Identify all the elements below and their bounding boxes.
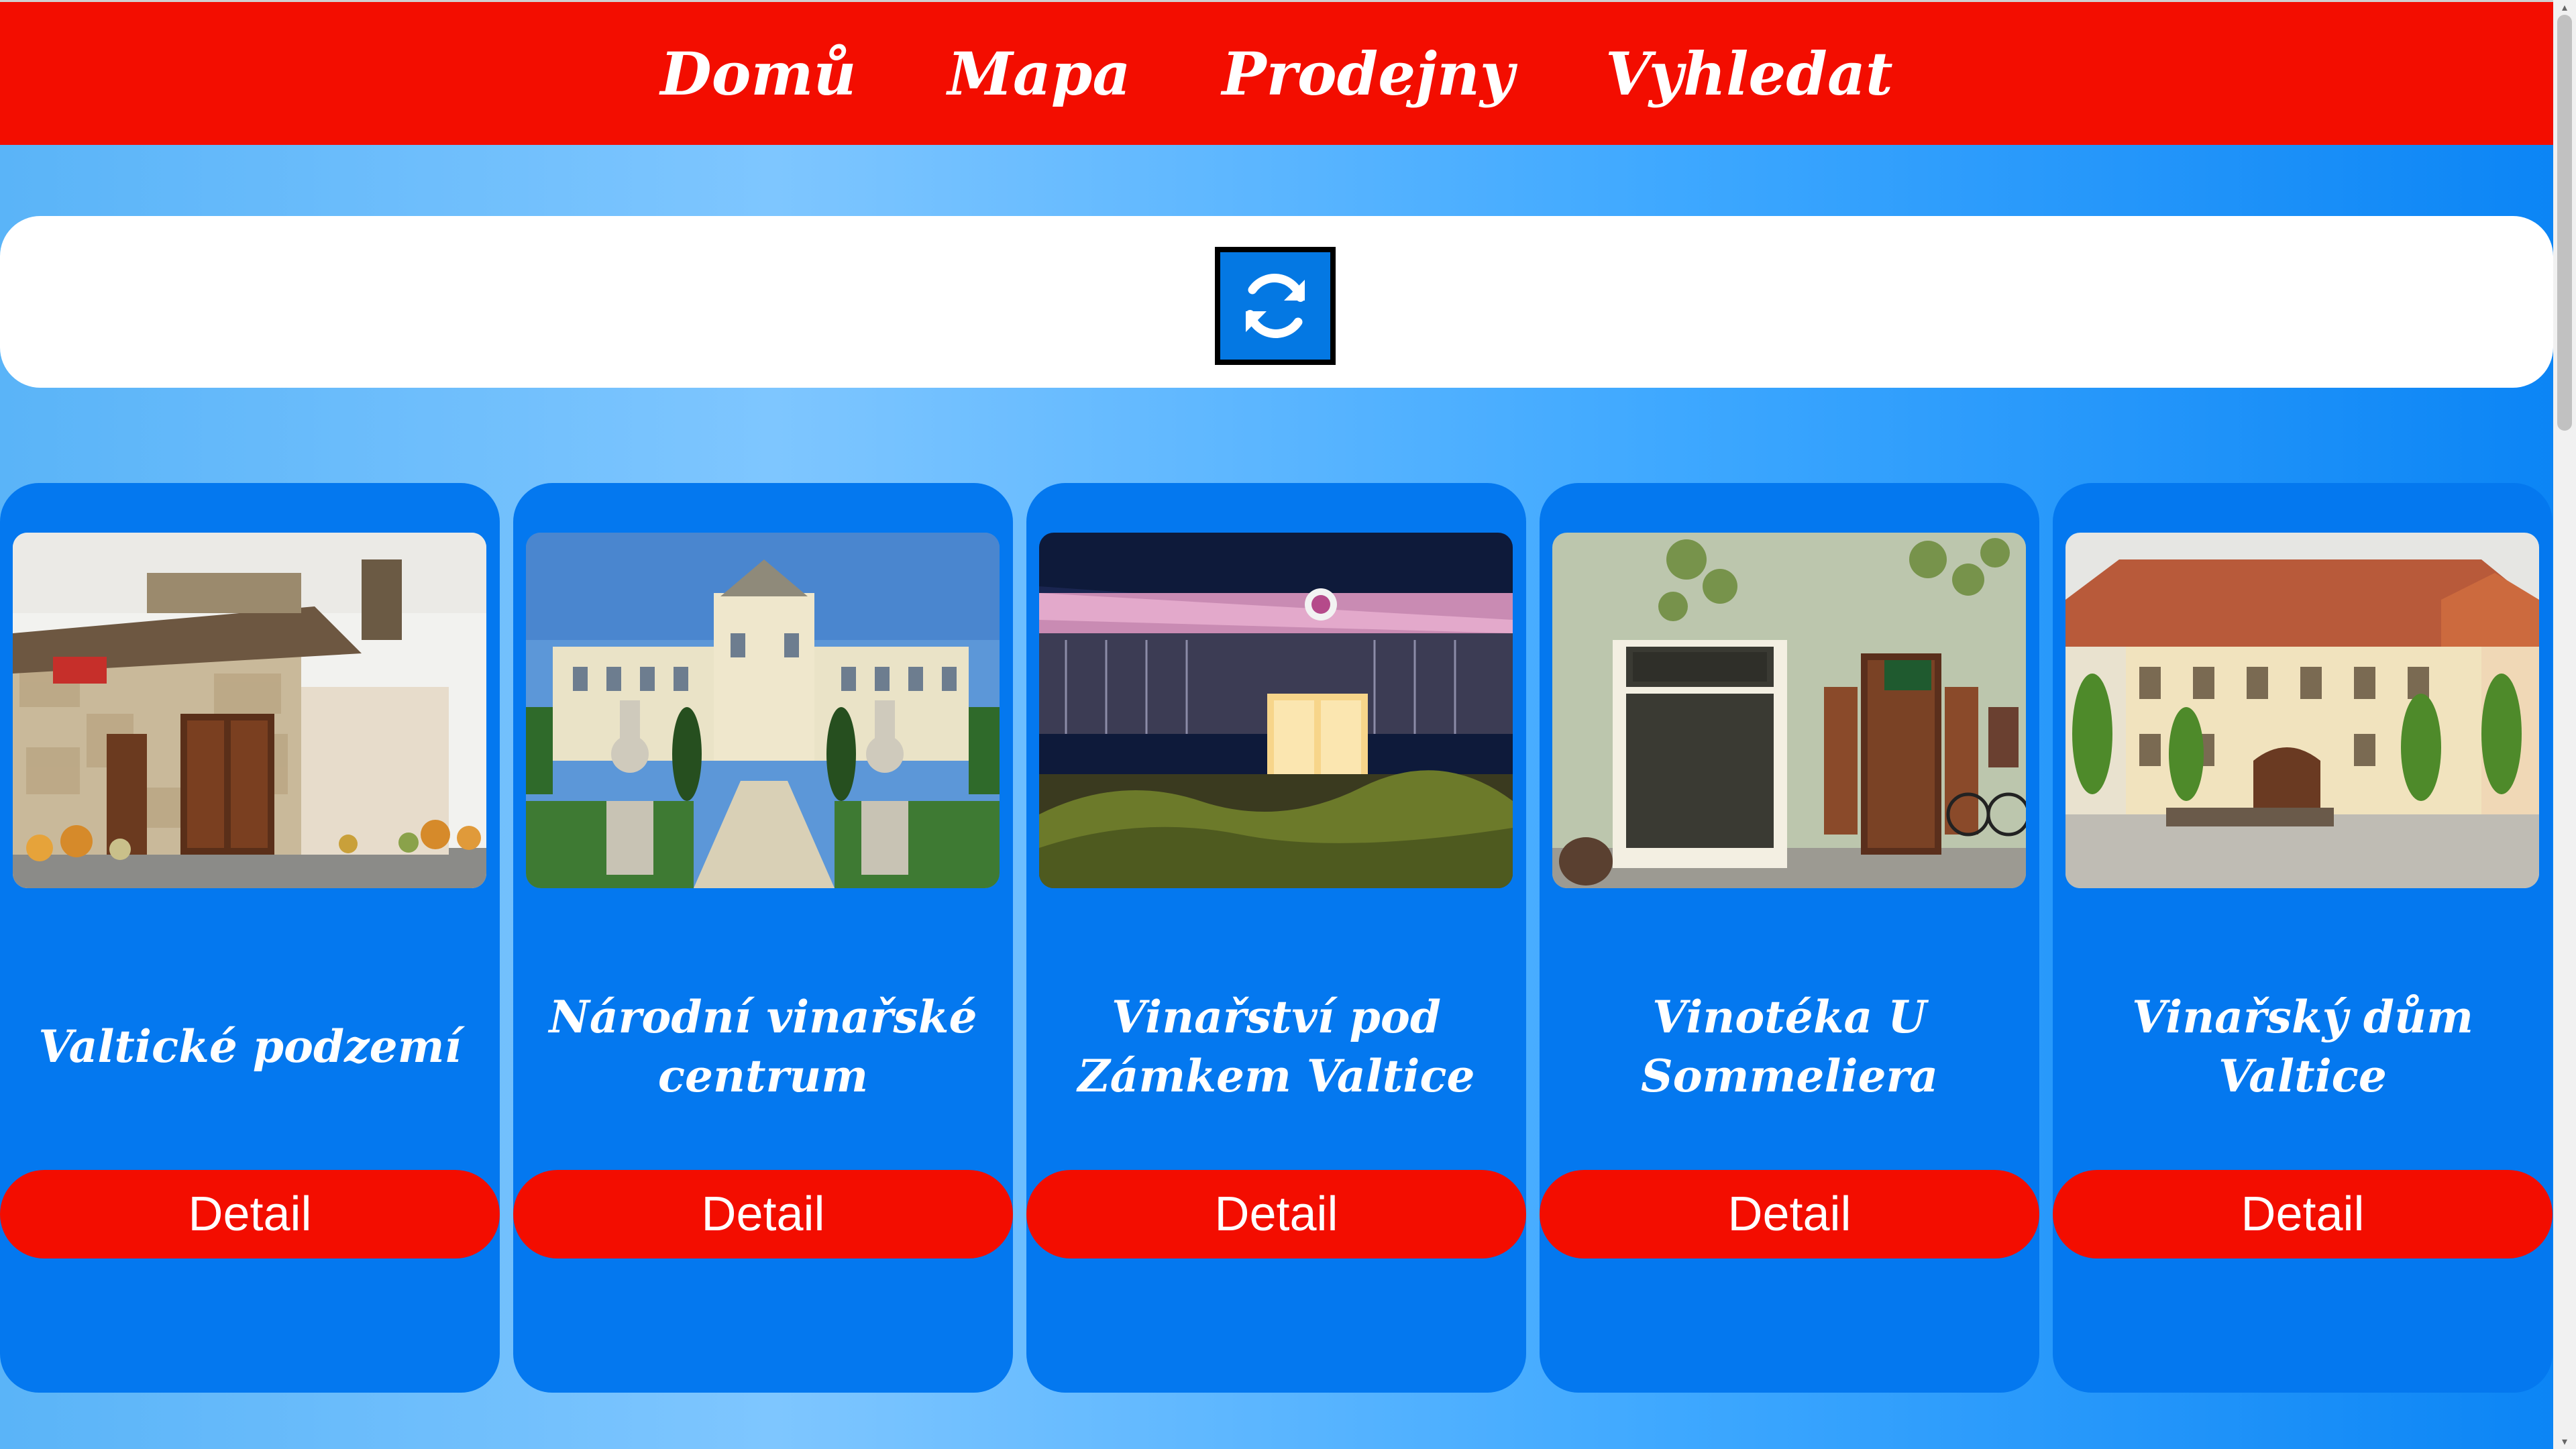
card-image (13, 533, 486, 888)
winery-card-list: Valtické podzemí Detail Národní vinařské… (0, 483, 2553, 1393)
toolbar-panel (0, 216, 2553, 388)
card-title: Národní vinařské centrum (549, 991, 977, 1102)
card-image (1552, 533, 2026, 888)
card-title: Vinařský dům Valtice (2132, 991, 2473, 1102)
card-title: Vinařství pod Zámkem Valtice (1077, 991, 1475, 1102)
nav-item-map[interactable]: Mapa (947, 39, 1130, 109)
winery-card: Valtické podzemí Detail (0, 483, 500, 1393)
winery-card: Národní vinařské centrum Detail (513, 483, 1013, 1393)
vertical-scrollbar[interactable]: ▴ ▾ (2553, 0, 2576, 1449)
card-title: Vinotéka U Sommeliera (1640, 991, 1939, 1102)
nav-item-shops[interactable]: Prodejny (1222, 39, 1514, 109)
scroll-up-arrow-icon[interactable]: ▴ (2559, 1, 2571, 13)
refresh-button[interactable] (1215, 247, 1336, 365)
scroll-down-arrow-icon[interactable]: ▾ (2559, 1436, 2571, 1448)
card-image (2065, 533, 2539, 888)
nav-item-home[interactable]: Domů (660, 39, 856, 109)
detail-button[interactable]: Detail (0, 1170, 500, 1258)
page: Domů Mapa Prodejny Vyhledat Valtické pod… (0, 0, 2553, 1449)
top-navigation-bar: Domů Mapa Prodejny Vyhledat (0, 0, 2553, 145)
card-image (526, 533, 1000, 888)
refresh-icon (1246, 274, 1305, 338)
winery-card: Vinařství pod Zámkem Valtice Detail (1026, 483, 1526, 1393)
winery-card: Vinařský dům Valtice Detail (2053, 483, 2553, 1393)
detail-button[interactable]: Detail (513, 1170, 1013, 1258)
detail-button[interactable]: Detail (1026, 1170, 1526, 1258)
main-nav: Domů Mapa Prodejny Vyhledat (0, 2, 2553, 145)
card-image (1039, 533, 1513, 888)
card-title: Valtické podzemí (38, 1020, 462, 1073)
winery-card: Vinotéka U Sommeliera Detail (1540, 483, 2039, 1393)
scrollbar-thumb[interactable] (2557, 15, 2572, 431)
detail-button[interactable]: Detail (1540, 1170, 2039, 1258)
detail-button[interactable]: Detail (2053, 1170, 2553, 1258)
nav-item-search[interactable]: Vyhledat (1605, 39, 1892, 109)
